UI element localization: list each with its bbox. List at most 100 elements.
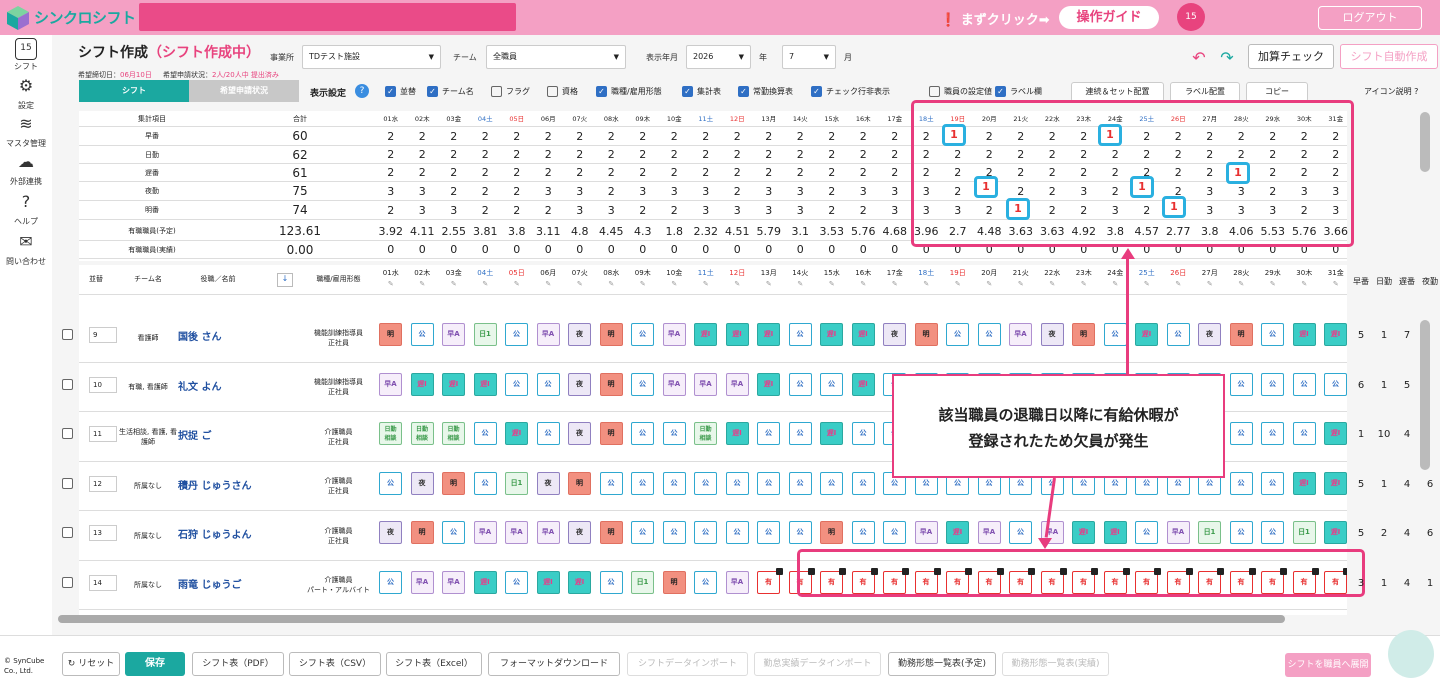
shift-cell[interactable]: 公 [788,323,812,346]
shift-cell[interactable]: 公 [1135,521,1158,544]
shift-cell[interactable]: 公 [631,422,654,445]
edit-pencil-icon[interactable]: ✎ [974,280,1006,288]
month-select[interactable]: 7 ▼ [782,45,836,69]
horizontal-scrollbar[interactable] [58,615,1285,623]
row-checkbox[interactable] [62,329,73,340]
shift-cell[interactable]: 公 [757,471,780,495]
shift-cell[interactable]: 遅I [820,323,843,346]
shift-cell[interactable]: 明 [599,372,623,396]
edit-pencil-icon[interactable]: ✎ [1194,280,1226,288]
shift-cell[interactable]: 早A [442,570,465,594]
shift-cell[interactable]: 公 [631,521,654,544]
edit-pencil-icon[interactable]: ✎ [722,280,754,288]
shift-cell[interactable]: 遅I [1072,521,1095,544]
shift-cell[interactable]: 公 [505,372,528,396]
shift-cell[interactable]: 公 [473,471,497,495]
shift-cell[interactable]: 公 [631,323,654,346]
edit-pencil-icon[interactable]: ✎ [501,280,533,288]
shift-cell[interactable]: 遅I [1135,323,1158,346]
chatbot-robot-icon[interactable] [1388,630,1434,678]
shift-cell[interactable]: 公 [788,471,812,495]
edit-pencil-icon[interactable]: ✎ [1163,280,1195,288]
shift-cell[interactable]: 公 [820,372,843,396]
help-icon[interactable]: ? [355,84,369,98]
display-option-3[interactable]: 資格 [547,86,578,97]
sidebar-item-3[interactable]: ☁ 外部連携 [0,153,52,187]
shift-cell[interactable]: 公 [757,422,780,445]
checkbox-icon[interactable]: ✓ [596,86,607,97]
shift-cell[interactable]: 早A [725,372,749,396]
tab-request-status[interactable]: 希望申請状況 [189,80,299,102]
row-order-input[interactable]: 14 [89,574,117,591]
shift-cell[interactable]: 夜 [568,422,591,445]
shift-cell[interactable]: 夜 [1040,323,1064,346]
shift-cell[interactable]: 明 [1072,323,1095,346]
shift-cell[interactable]: 早A [977,521,1001,544]
shift-cell[interactable]: 遅I [757,372,780,396]
edit-pencil-icon[interactable]: ✎ [785,280,817,288]
shift-cell[interactable]: 早A [410,570,434,594]
shift-cell[interactable]: 遅I [1324,323,1347,346]
shift-cell[interactable]: 夜 [536,471,560,495]
checkbox-icon[interactable] [491,86,502,97]
shift-cell[interactable]: 遅I [505,422,528,445]
edit-pencil-icon[interactable]: ✎ [1257,280,1289,288]
edit-pencil-icon[interactable]: ✎ [1037,280,1069,288]
edit-pencil-icon[interactable]: ✎ [407,280,439,288]
shift-cell[interactable]: 公 [1103,323,1127,346]
display-option-0[interactable]: ✓ 並替 [385,86,416,97]
staff-name-link[interactable]: 礼文 よん [178,363,221,412]
shift-cell[interactable]: 遅I [725,323,749,346]
shift-cell[interactable]: 遅I [536,570,560,594]
shift-cell[interactable]: 公 [379,570,402,594]
shift-cell[interactable]: 公 [977,323,1001,346]
shift-cell[interactable]: 早A [505,521,528,544]
sidebar-item-4[interactable]: ? ヘルプ [0,193,52,227]
row-order-input[interactable]: 9 [89,327,117,343]
shift-cell[interactable]: 遅I [473,570,497,594]
shift-cell[interactable]: 早A [442,323,465,346]
shift-cell[interactable]: 公 [1261,422,1284,445]
shift-cell[interactable]: 公 [379,471,402,495]
shift-cell[interactable]: 早A [536,521,560,544]
shift-cell[interactable]: 遅I [1324,471,1347,495]
app-logo[interactable]: シンクロシフト [6,3,136,32]
shift-cell[interactable]: 遅I [1324,521,1347,544]
staff-name-link[interactable]: 国後 さん [178,313,221,362]
shift-cell[interactable]: 公 [1261,372,1284,396]
shift-cell[interactable]: 公 [473,422,497,445]
shift-cell[interactable]: 公 [536,422,560,445]
shift-cell[interactable]: 早A [914,521,938,544]
shift-cell[interactable]: 遅I [757,323,780,346]
row-checkbox[interactable] [62,428,73,439]
logout-button[interactable]: ログアウト [1318,6,1422,30]
shift-cell[interactable]: 公 [631,471,654,495]
shift-cell[interactable]: 遅I [851,372,875,396]
display-option-4[interactable]: ✓ 職種/雇用形態 [596,86,662,97]
shift-cell[interactable]: 公 [1324,372,1347,396]
label-placement-button[interactable]: ラベル配置 [1170,82,1240,102]
shift-cell[interactable]: 遅I [410,372,434,396]
shift-cell[interactable]: 公 [1229,372,1253,396]
shift-cell[interactable]: 遅I [473,372,497,396]
shift-cell[interactable]: 公 [757,521,780,544]
shift-cell[interactable]: 夜 [568,323,591,346]
shift-cell[interactable]: 公 [1261,471,1284,495]
edit-pencil-icon[interactable]: ✎ [470,280,502,288]
shift-cell[interactable]: 明 [599,521,623,544]
shift-cell[interactable]: 遅I [568,570,591,594]
shift-cell[interactable]: 公 [505,570,528,594]
shift-cell[interactable]: 公 [788,521,812,544]
shift-cell[interactable]: 公 [599,471,623,495]
checkbox-icon[interactable]: ✓ [427,86,438,97]
shift-cell[interactable]: 早A [725,570,749,594]
shift-cell[interactable]: 遅I [1292,471,1316,495]
row-order-input[interactable]: 13 [89,525,117,541]
continuous-set-button[interactable]: 連続＆セット配置 [1071,82,1164,102]
shift-cell[interactable]: 夜 [410,471,434,495]
shift-cell[interactable]: 日1 [1292,521,1316,544]
tab-shift[interactable]: シフト [79,80,189,102]
display-option-5[interactable]: ✓ 集計表 [682,86,721,97]
edit-pencil-icon[interactable]: ✎ [1005,280,1037,288]
shift-cell[interactable]: 日1 [505,471,528,495]
